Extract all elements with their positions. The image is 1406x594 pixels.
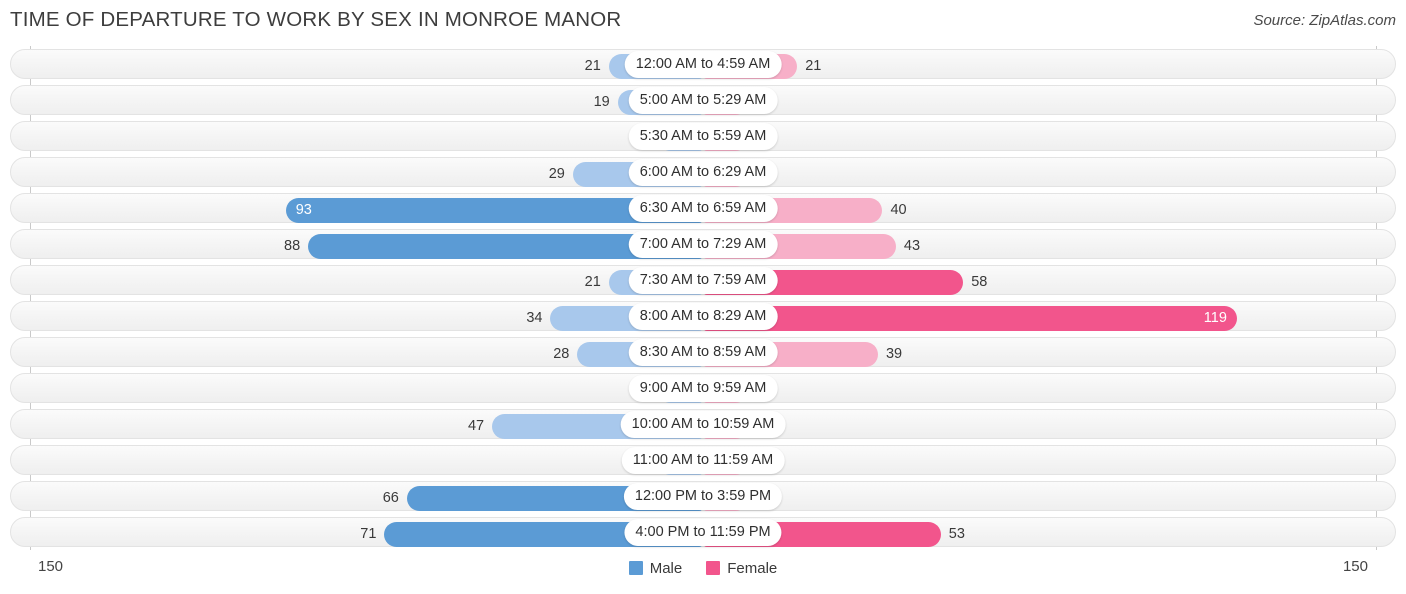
bar-row: 28 39 8:30 AM to 8:59 AM <box>0 337 1406 373</box>
chart-footer: 150 150 Male Female <box>0 556 1406 594</box>
bar-value-male: 66 <box>382 490 399 506</box>
category-label: 8:00 AM to 8:29 AM <box>628 303 778 330</box>
category-label: 4:00 PM to 11:59 PM <box>624 519 782 546</box>
bar-value-male: 47 <box>467 418 485 434</box>
page-title: TIME OF DEPARTURE TO WORK BY SEX IN MONR… <box>10 8 622 31</box>
bar-row: 88 43 7:00 AM to 7:29 AM <box>0 229 1406 265</box>
category-label: 7:00 AM to 7:29 AM <box>628 231 778 258</box>
category-label: 11:00 AM to 11:59 AM <box>621 447 785 474</box>
bar-value-female: 40 <box>890 202 907 218</box>
bar-female <box>703 306 1237 331</box>
bar-value-male: 34 <box>526 310 543 326</box>
legend-label: Female <box>727 560 778 577</box>
bar-value-male: 71 <box>360 526 377 542</box>
bar-value-male: 28 <box>553 346 570 362</box>
bar-value-male: 88 <box>284 238 301 254</box>
bar-row: 1905:00 AM to 5:29 AM <box>0 85 1406 121</box>
category-label: 8:30 AM to 8:59 AM <box>628 339 778 366</box>
legend-label: Male <box>649 560 683 577</box>
legend-swatch-icon <box>628 561 643 575</box>
bar-value-female: 43 <box>903 238 921 254</box>
category-label: 9:00 AM to 9:59 AM <box>628 375 778 402</box>
legend-item[interactable]: Female <box>706 560 777 577</box>
category-label: 10:00 AM to 10:59 AM <box>620 411 786 438</box>
bar-value-female: 58 <box>971 274 988 290</box>
bar-value-male: 21 <box>584 274 601 290</box>
category-label: 6:30 AM to 6:59 AM <box>628 195 778 222</box>
bar-row: 66012:00 PM to 3:59 PM <box>0 481 1406 517</box>
bar-value-male: 93 <box>295 202 312 218</box>
bar-value-female: 53 <box>948 526 965 542</box>
bar-row: 34 119 8:00 AM to 8:29 AM <box>0 301 1406 337</box>
bar-value-female: 119 <box>1203 310 1227 326</box>
bar-row: 21 21 12:00 AM to 4:59 AM <box>0 49 1406 85</box>
bar-row: 71 53 4:00 PM to 11:59 PM <box>0 517 1406 553</box>
chart-plot-area: 21 21 12:00 AM to 4:59 AM 1905:00 AM to 5:2… <box>0 46 1406 550</box>
category-label: 5:00 AM to 5:29 AM <box>628 87 778 114</box>
category-label: 7:30 AM to 7:59 AM <box>628 267 778 294</box>
bar-value-male: 19 <box>593 94 610 110</box>
bar-row: 47010:00 AM to 10:59 AM <box>0 409 1406 445</box>
category-label: 6:00 AM to 6:29 AM <box>628 159 778 186</box>
bar-value-male: 29 <box>548 166 565 182</box>
bar-row: 21 58 7:30 AM to 7:59 AM <box>0 265 1406 301</box>
bar-row: 009:00 AM to 9:59 AM <box>0 373 1406 409</box>
legend-item[interactable]: Male <box>628 560 683 577</box>
chart-header: TIME OF DEPARTURE TO WORK BY SEX IN MONR… <box>0 0 1406 40</box>
category-label: 12:00 PM to 3:59 PM <box>623 483 783 510</box>
bar-row: 2906:00 AM to 6:29 AM <box>0 157 1406 193</box>
source-attribution: Source: ZipAtlas.com <box>1253 12 1396 29</box>
bar-value-female: 21 <box>805 58 822 74</box>
chart-legend: Male Female <box>0 560 1406 577</box>
bar-row: 93 40 6:30 AM to 6:59 AM <box>0 193 1406 229</box>
bar-value-female: 39 <box>885 346 903 362</box>
category-label: 5:30 AM to 5:59 AM <box>628 123 778 150</box>
bar-row: 005:30 AM to 5:59 AM <box>0 121 1406 157</box>
bar-value-male: 21 <box>584 58 601 74</box>
category-label: 12:00 AM to 4:59 AM <box>624 51 782 78</box>
legend-swatch-icon <box>706 561 721 575</box>
bar-row: 0011:00 AM to 11:59 AM <box>0 445 1406 481</box>
